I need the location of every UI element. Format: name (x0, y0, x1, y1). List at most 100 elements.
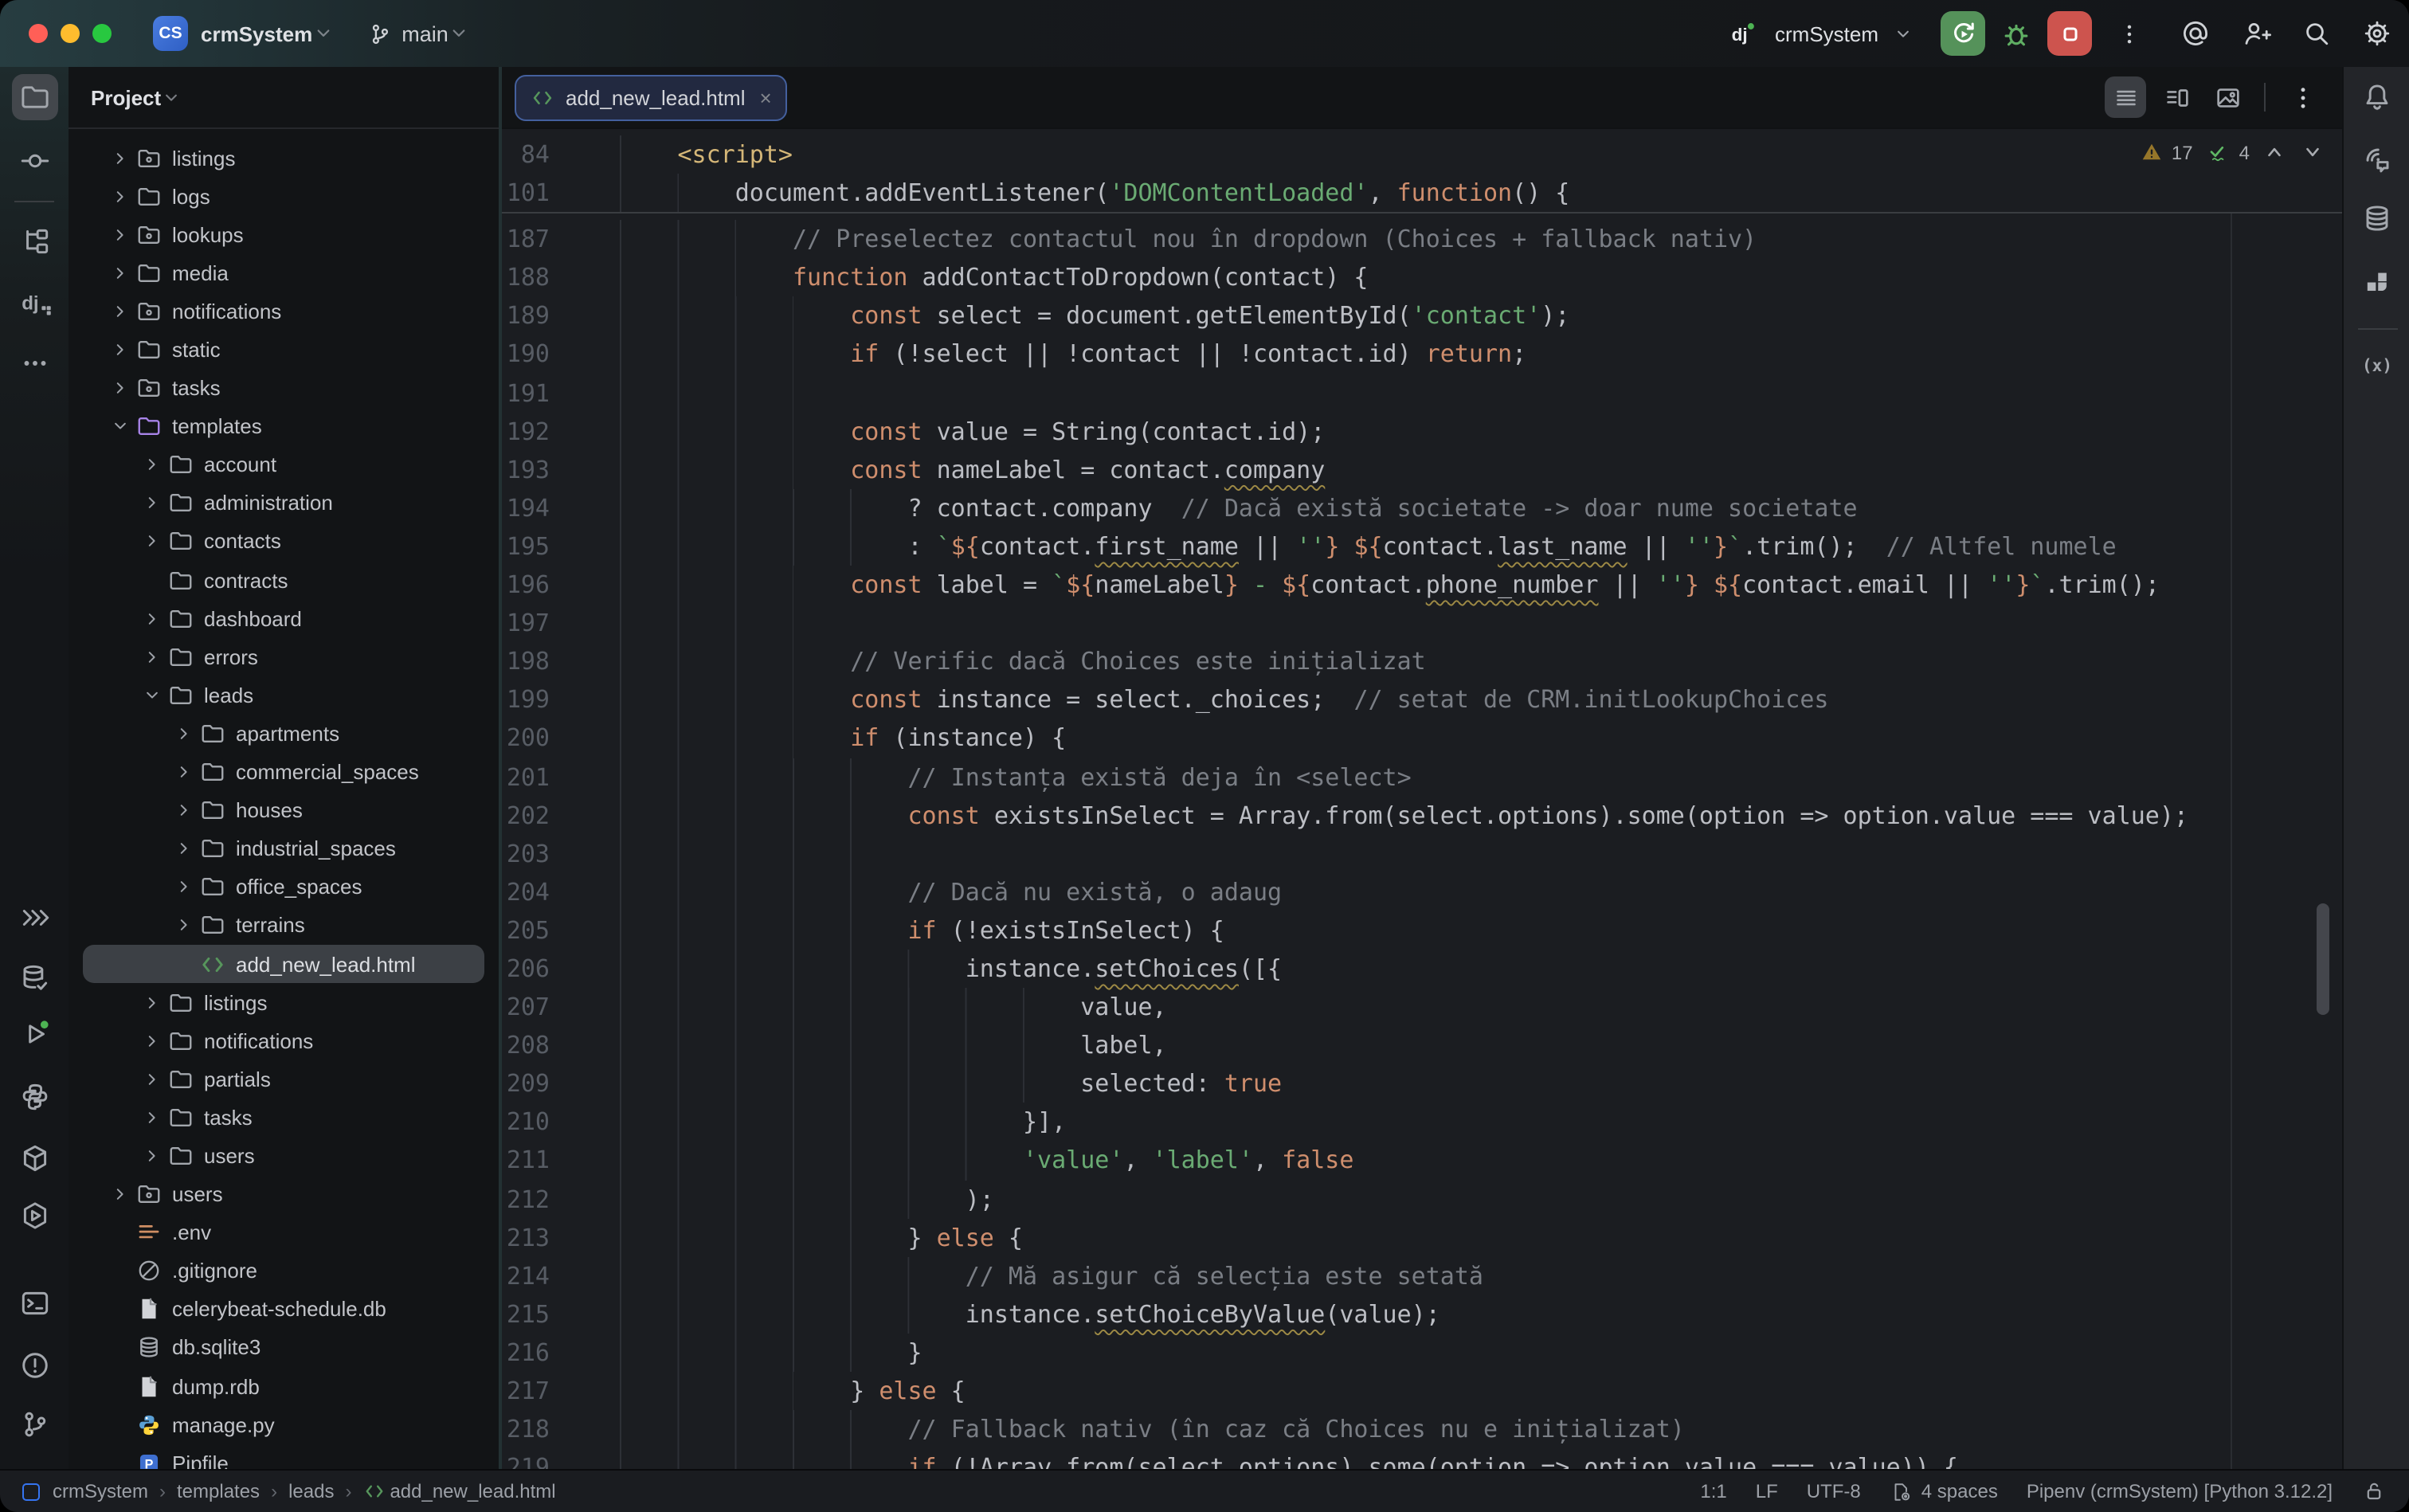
chevron-right-icon[interactable] (139, 1105, 164, 1130)
chevron-right-icon[interactable] (107, 145, 132, 170)
chevron-down-icon[interactable] (139, 683, 164, 708)
code-line-203[interactable]: 203 (502, 834, 2342, 872)
chevron-right-icon[interactable] (139, 529, 164, 554)
chevron-right-icon[interactable] (170, 913, 196, 938)
chevron-right-icon[interactable] (170, 875, 196, 900)
code-line-197[interactable]: 197 (502, 604, 2342, 642)
services-icon[interactable] (18, 1199, 51, 1232)
code-line-192[interactable]: 192 const value = String(contact.id); (502, 412, 2342, 450)
tree-item-houses[interactable]: houses (83, 791, 484, 829)
code-line-208[interactable]: 208 label, (502, 1026, 2342, 1064)
chevron-right-icon[interactable] (170, 836, 196, 861)
database-icon[interactable] (2360, 202, 2393, 235)
minimize-window-button[interactable] (61, 24, 80, 43)
tree-item-office-spaces[interactable]: office_spaces (83, 868, 484, 907)
chevron-right-icon[interactable] (107, 260, 132, 286)
tree-item-account[interactable]: account (83, 446, 484, 484)
notifications-bell-icon[interactable] (2360, 80, 2393, 114)
code-editor[interactable]: 17 4 84 <script>101 document.addEventLis… (502, 129, 2342, 1469)
tree-item-administration[interactable]: administration (83, 484, 484, 523)
terminal-icon[interactable] (18, 1287, 51, 1320)
tree-item-notifications[interactable]: notifications (83, 292, 484, 331)
code-line-187[interactable]: 187 // Preselectez contactul nou în drop… (502, 220, 2342, 258)
tree-item-celerybeat-schedule-db[interactable]: celerybeat-schedule.db (83, 1291, 484, 1329)
tree-item-tasks[interactable]: tasks (83, 1099, 484, 1137)
tree-item-logs[interactable]: logs (83, 177, 484, 215)
tree-item-apartments[interactable]: apartments (83, 715, 484, 753)
python-packages-icon[interactable] (18, 1142, 51, 1175)
chevron-right-icon[interactable] (170, 797, 196, 823)
tree-item-media[interactable]: media (83, 254, 484, 292)
version-control-icon[interactable] (18, 1408, 51, 1441)
project-selector[interactable]: crmSystem (201, 22, 312, 45)
debug-bug-icon[interactable] (2000, 17, 2033, 50)
tree-item-notifications[interactable]: notifications (83, 1021, 484, 1060)
code-line-199[interactable]: 199 const instance = select._choices; //… (502, 681, 2342, 719)
run-config-selector[interactable]: crmSystem (1775, 22, 1878, 45)
project-panel-header[interactable]: Project (69, 67, 499, 129)
tree-item-tasks[interactable]: tasks (83, 369, 484, 407)
rerun-run-button[interactable] (1941, 11, 1985, 56)
breadcrumb-item[interactable]: leads (288, 1480, 334, 1502)
tree-item-partials[interactable]: partials (83, 1060, 484, 1099)
chevron-right-icon[interactable] (170, 759, 196, 785)
code-line-212[interactable]: 212 ); (502, 1180, 2342, 1218)
chevron-right-icon[interactable] (139, 491, 164, 516)
branch-selector[interactable]: main (402, 22, 449, 45)
tree-item--env[interactable]: .env (83, 1213, 484, 1252)
at-mention-icon[interactable] (2180, 18, 2211, 49)
more-icon[interactable] (18, 347, 51, 380)
code-line-190[interactable]: 190 if (!select || !contact || !contact.… (502, 335, 2342, 374)
tab-add-new-lead[interactable]: add_new_lead.html × (515, 74, 788, 120)
code-line-196[interactable]: 196 const label = `${nameLabel} - ${cont… (502, 566, 2342, 604)
status-item[interactable]: UTF-8 (1807, 1480, 1861, 1502)
code-line-201[interactable]: 201 // Instanța există deja în <select> (502, 758, 2342, 796)
code-line-211[interactable]: 211 'value', 'label', false (502, 1142, 2342, 1180)
prev-problem-chevron-up-icon[interactable] (2264, 142, 2285, 163)
settings-gear-icon[interactable] (2361, 18, 2393, 49)
breadcrumb-item[interactable]: templates (177, 1480, 260, 1502)
tree-item-errors[interactable]: errors (83, 637, 484, 676)
tree-item-add-new-lead-html[interactable]: add_new_lead.html (83, 945, 484, 983)
code-line-214[interactable]: 214 // Mă asigur că selecția este setată (502, 1256, 2342, 1295)
editor-scrollbar[interactable] (2317, 903, 2329, 1015)
chevron-right-icon[interactable] (139, 605, 164, 631)
code-line-217[interactable]: 217 } else { (502, 1372, 2342, 1410)
chevron-right-icon[interactable] (107, 337, 132, 362)
code-line-219[interactable]: 219 if (!Array.from(select.options).some… (502, 1448, 2342, 1469)
close-tab-icon[interactable]: × (760, 85, 772, 109)
kebab-menu-icon[interactable] (2282, 76, 2323, 118)
tree-item-dashboard[interactable]: dashboard (83, 599, 484, 637)
chevron-down-icon[interactable] (107, 413, 132, 439)
problems-icon[interactable] (18, 1349, 51, 1382)
code-line-194[interactable]: 194 ? contact.company // Dacă există soc… (502, 489, 2342, 527)
tree-item-industrial-spaces[interactable]: industrial_spaces (83, 829, 484, 868)
plugins-icon[interactable] (2360, 267, 2393, 300)
code-line-209[interactable]: 209 selected: true (502, 1065, 2342, 1103)
code-line-188[interactable]: 188 function addContactToDropdown(contac… (502, 259, 2342, 297)
tree-item-static[interactable]: static (83, 331, 484, 369)
search-icon[interactable] (2301, 18, 2333, 49)
status-item[interactable]: Pipenv (crmSystem) [Python 3.12.2] (2027, 1480, 2333, 1502)
code-line-195[interactable]: 195 : `${contact.first_name || ''} ${con… (502, 527, 2342, 566)
code-line-191[interactable]: 191 (502, 374, 2342, 412)
django-structure-icon[interactable]: dj (18, 286, 51, 319)
python-console-icon[interactable] (18, 1079, 51, 1113)
chevron-right-icon[interactable] (139, 1028, 164, 1053)
editor-split-icon[interactable] (2156, 76, 2197, 118)
code-line-213[interactable]: 213 } else { (502, 1218, 2342, 1256)
editor-preview-icon[interactable] (2207, 76, 2248, 118)
code-line-206[interactable]: 206 instance.setChoices([{ (502, 950, 2342, 988)
code-line-193[interactable]: 193 const nameLabel = contact.company (502, 451, 2342, 489)
chevron-right-icon[interactable] (107, 221, 132, 247)
chevron-right-icon[interactable] (107, 1181, 132, 1207)
code-line-200[interactable]: 200 if (instance) { (502, 719, 2342, 758)
chevron-right-icon[interactable] (139, 989, 164, 1015)
status-item[interactable]: 1:1 (1700, 1480, 1726, 1502)
chevron-right-icon[interactable] (139, 1143, 164, 1169)
ai-assistant-icon[interactable] (2360, 143, 2393, 176)
tree-item-leads[interactable]: leads (83, 676, 484, 715)
code-line-189[interactable]: 189 const select = document.getElementBy… (502, 297, 2342, 335)
code-line-205[interactable]: 205 if (!existsInSelect) { (502, 911, 2342, 950)
breadcrumb-item[interactable]: crmSystem (53, 1480, 148, 1502)
